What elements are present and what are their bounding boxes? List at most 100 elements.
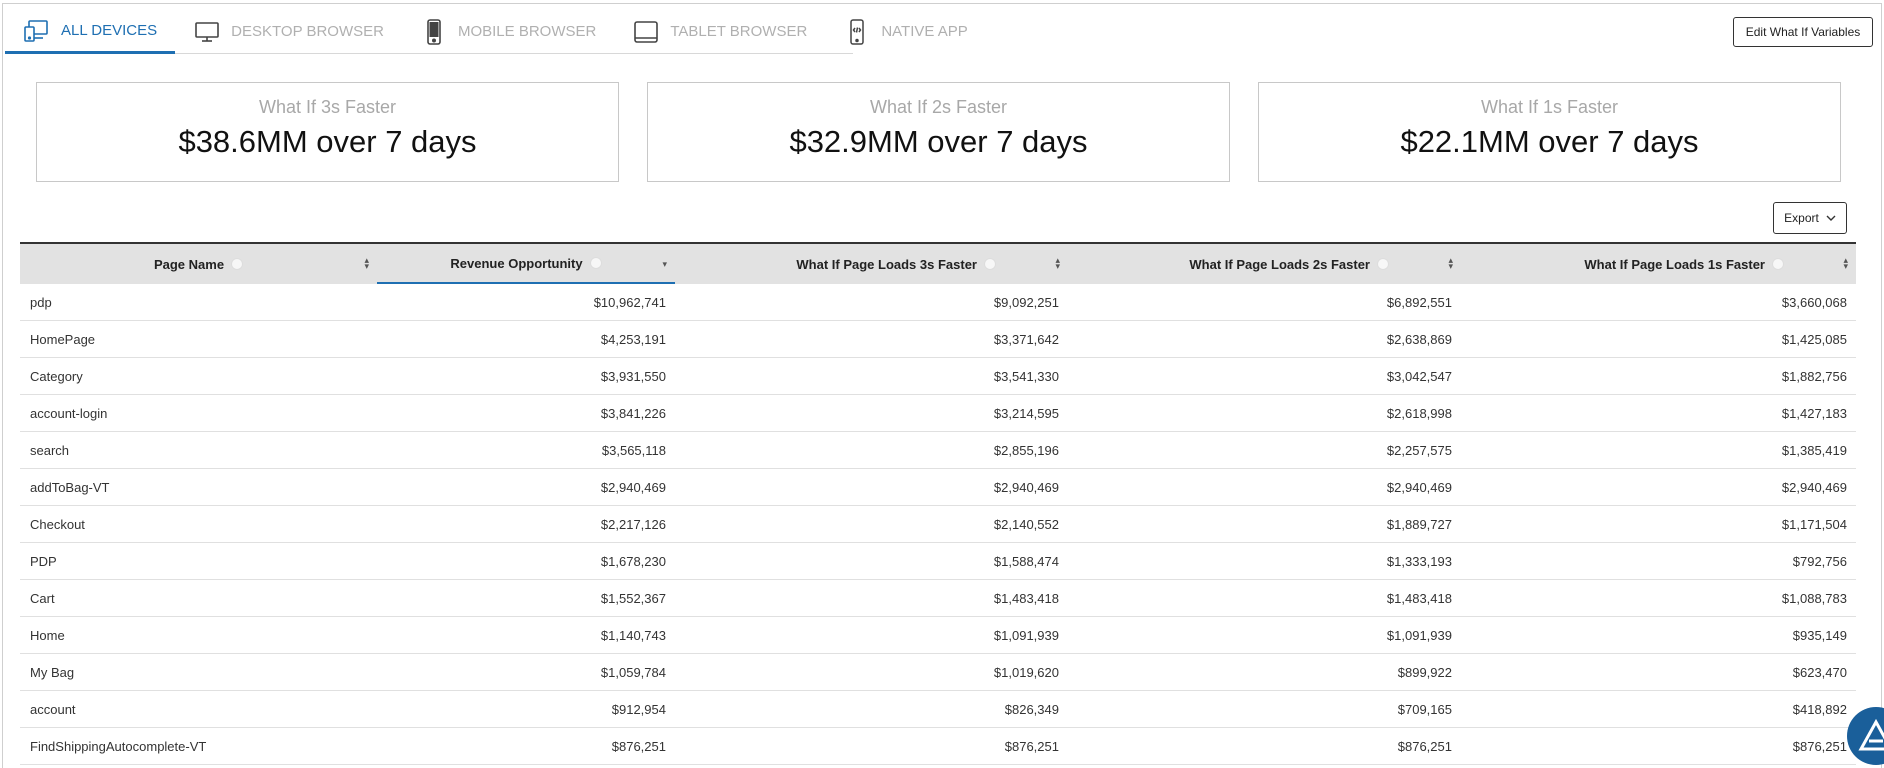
cell-value: $1,882,756 (1781, 369, 1847, 384)
cell-value: $3,931,550 (600, 369, 666, 384)
cell-value: $1,483,418 (993, 591, 1059, 606)
column-header-revenue-opportunity[interactable]: Revenue Opportunity ▾ (377, 244, 675, 284)
cell-value: $2,940,469 (1781, 480, 1847, 495)
cell-value: $3,371,642 (993, 332, 1059, 347)
table-row[interactable]: search $3,565,118 $2,855,196 $2,257,575 $1,3… (20, 432, 1856, 469)
card-label: What If 2s Faster (869, 97, 1008, 117)
cell-value: $1,425,085 (1781, 332, 1847, 347)
cell-value: $1,483,418 (1386, 591, 1452, 606)
table-body: pdp $10,962,741 $9,092,251 $6,892,551 $3,660… (20, 284, 1856, 765)
column-header-3s-faster[interactable]: What If Page Loads 3s Faster ▴ ▾ (675, 244, 1068, 284)
tab-mobile-browser[interactable]: MOBILE BROWSER (402, 10, 614, 53)
cell-page-name: Checkout (30, 517, 85, 532)
what-if-2s-card: What If 2s Faster $32.9MM over 7 days (647, 82, 1230, 182)
tab-label: DESKTOP BROWSER (231, 23, 384, 40)
table-row[interactable]: account-login $3,841,226 $3,214,595 $2,618,… (20, 395, 1856, 432)
column-header-label: What If Page Loads 2s Faster (1189, 256, 1370, 272)
table-row[interactable]: Cart $1,552,367 $1,483,418 $1,483,418 $1,088… (20, 580, 1856, 617)
cell-value: $2,940,469 (600, 480, 666, 495)
cell-page-name: Cart (30, 591, 55, 606)
info-icon[interactable] (231, 258, 244, 270)
table-row[interactable]: addToBag-VT $2,940,469 $2,940,469 $2,940,46… (20, 469, 1856, 506)
cell-value: $1,059,784 (600, 665, 666, 680)
cell-value: $623,470 (1792, 665, 1847, 680)
tab-all-devices[interactable]: ALL DEVICES (5, 10, 176, 54)
table-row[interactable]: Checkout $2,217,126 $2,140,552 $1,889,727 $1… (20, 506, 1856, 543)
cell-value: $876,251 (1792, 739, 1847, 754)
cell-page-name: PDP (30, 554, 57, 569)
cell-value: $876,251 (1397, 739, 1452, 754)
sort-icon[interactable]: ▴ ▾ (1843, 256, 1848, 271)
tab-label: NATIVE APP (881, 23, 968, 40)
cell-page-name: pdp (30, 295, 52, 310)
cell-value: $2,940,469 (993, 480, 1059, 495)
cell-page-name: Category (30, 369, 83, 384)
cell-value: $876,251 (611, 739, 666, 754)
mobile-icon (427, 18, 441, 45)
cell-value: $3,042,547 (1386, 369, 1452, 384)
export-label: Export (1784, 211, 1819, 225)
column-header-page-name[interactable]: Page Name ▴ ▾ (20, 244, 377, 284)
sort-icon[interactable]: ▴ ▾ (1055, 256, 1060, 271)
info-icon[interactable] (1377, 258, 1389, 270)
tab-tablet-browser[interactable]: TABLET BROWSER (614, 10, 825, 53)
table-row[interactable]: pdp $10,962,741 $9,092,251 $6,892,551 $3,660… (20, 284, 1856, 321)
cell-value: $1,889,727 (1386, 517, 1452, 532)
export-button[interactable]: Export (1773, 202, 1847, 234)
table-row[interactable]: account $912,954 $826,349 $709,165 $418,892 (20, 691, 1856, 728)
table-row[interactable]: Category $3,931,550 $3,541,330 $3,042,547 $1… (20, 358, 1856, 395)
cell-page-name: HomePage (30, 332, 96, 347)
cell-value: $1,091,939 (1386, 628, 1452, 643)
cell-value: $1,088,783 (1781, 591, 1847, 606)
cell-value: $3,841,226 (600, 406, 666, 421)
column-header-label: Revenue Opportunity (450, 255, 583, 271)
column-header-2s-faster[interactable]: What If Page Loads 2s Faster ▴ ▾ (1068, 244, 1461, 284)
cell-value: $1,588,474 (993, 554, 1059, 569)
cell-value: $2,618,998 (1386, 406, 1452, 421)
tab-label: ALL DEVICES (61, 22, 158, 39)
sort-icon[interactable]: ▴ ▾ (364, 256, 369, 271)
edit-what-if-variables-button[interactable]: Edit What If Variables (1733, 17, 1873, 47)
native-app-icon (850, 18, 865, 45)
cell-page-name: FindShippingAutocomplete-VT (30, 739, 207, 754)
cell-page-name: search (30, 443, 70, 458)
cell-value: $2,638,869 (1386, 332, 1452, 347)
tab-native-app[interactable]: NATIVE APP (825, 10, 985, 53)
tablet-icon (634, 20, 659, 43)
sort-icon[interactable]: ▴ ▾ (1448, 256, 1453, 271)
info-icon[interactable] (984, 258, 996, 270)
cell-value: $1,333,193 (1386, 554, 1452, 569)
cell-value: $935,149 (1792, 628, 1847, 643)
table-row[interactable]: Home $1,140,743 $1,091,939 $1,091,939 $935,1… (20, 617, 1856, 654)
table-header: Page Name ▴ ▾ Revenue Opportunity ▾ What … (20, 244, 1856, 284)
device-tabs: ALL DEVICES DESKTOP BROWSER MOBILE BROWS… (5, 10, 968, 54)
cell-value: $2,217,126 (600, 517, 666, 532)
info-icon[interactable] (1772, 258, 1784, 270)
cell-value: $912,954 (611, 702, 666, 717)
what-if-1s-card: What If 1s Faster $22.1MM over 7 days (1258, 82, 1841, 182)
desktop-icon (195, 21, 219, 42)
tab-label: MOBILE BROWSER (457, 23, 597, 40)
cell-value: $3,660,068 (1781, 295, 1847, 310)
cell-value: $1,171,504 (1781, 517, 1847, 532)
cell-value: $3,541,330 (993, 369, 1059, 384)
cell-value: $1,091,939 (993, 628, 1059, 643)
cell-page-name: Home (30, 628, 65, 643)
cell-value: $1,552,367 (600, 591, 666, 606)
column-header-label: Page Name (153, 256, 225, 272)
card-label: What If 3s Faster (258, 97, 397, 117)
tab-desktop-browser[interactable]: DESKTOP BROWSER (175, 10, 402, 53)
cell-value: $899,922 (1397, 665, 1452, 680)
table-row[interactable]: My Bag $1,059,784 $1,019,620 $899,922 $623,4… (20, 654, 1856, 691)
cell-value: $1,678,230 (600, 554, 666, 569)
cell-value: $709,165 (1397, 702, 1452, 717)
table-row[interactable]: PDP $1,678,230 $1,588,474 $1,333,193 $792,75… (20, 543, 1856, 580)
sort-desc-icon[interactable]: ▾ (662, 260, 667, 269)
column-header-1s-faster[interactable]: What If Page Loads 1s Faster ▴ ▾ (1461, 244, 1856, 284)
table-row[interactable]: HomePage $4,253,191 $3,371,642 $2,638,869 $1… (20, 321, 1856, 358)
info-icon[interactable] (589, 257, 602, 269)
table-row[interactable]: FindShippingAutocomplete-VT $876,251 $876,… (20, 728, 1856, 765)
cell-value: $826,349 (1004, 702, 1059, 717)
cell-value: $2,140,552 (993, 517, 1059, 532)
cell-value: $9,092,251 (993, 295, 1059, 310)
